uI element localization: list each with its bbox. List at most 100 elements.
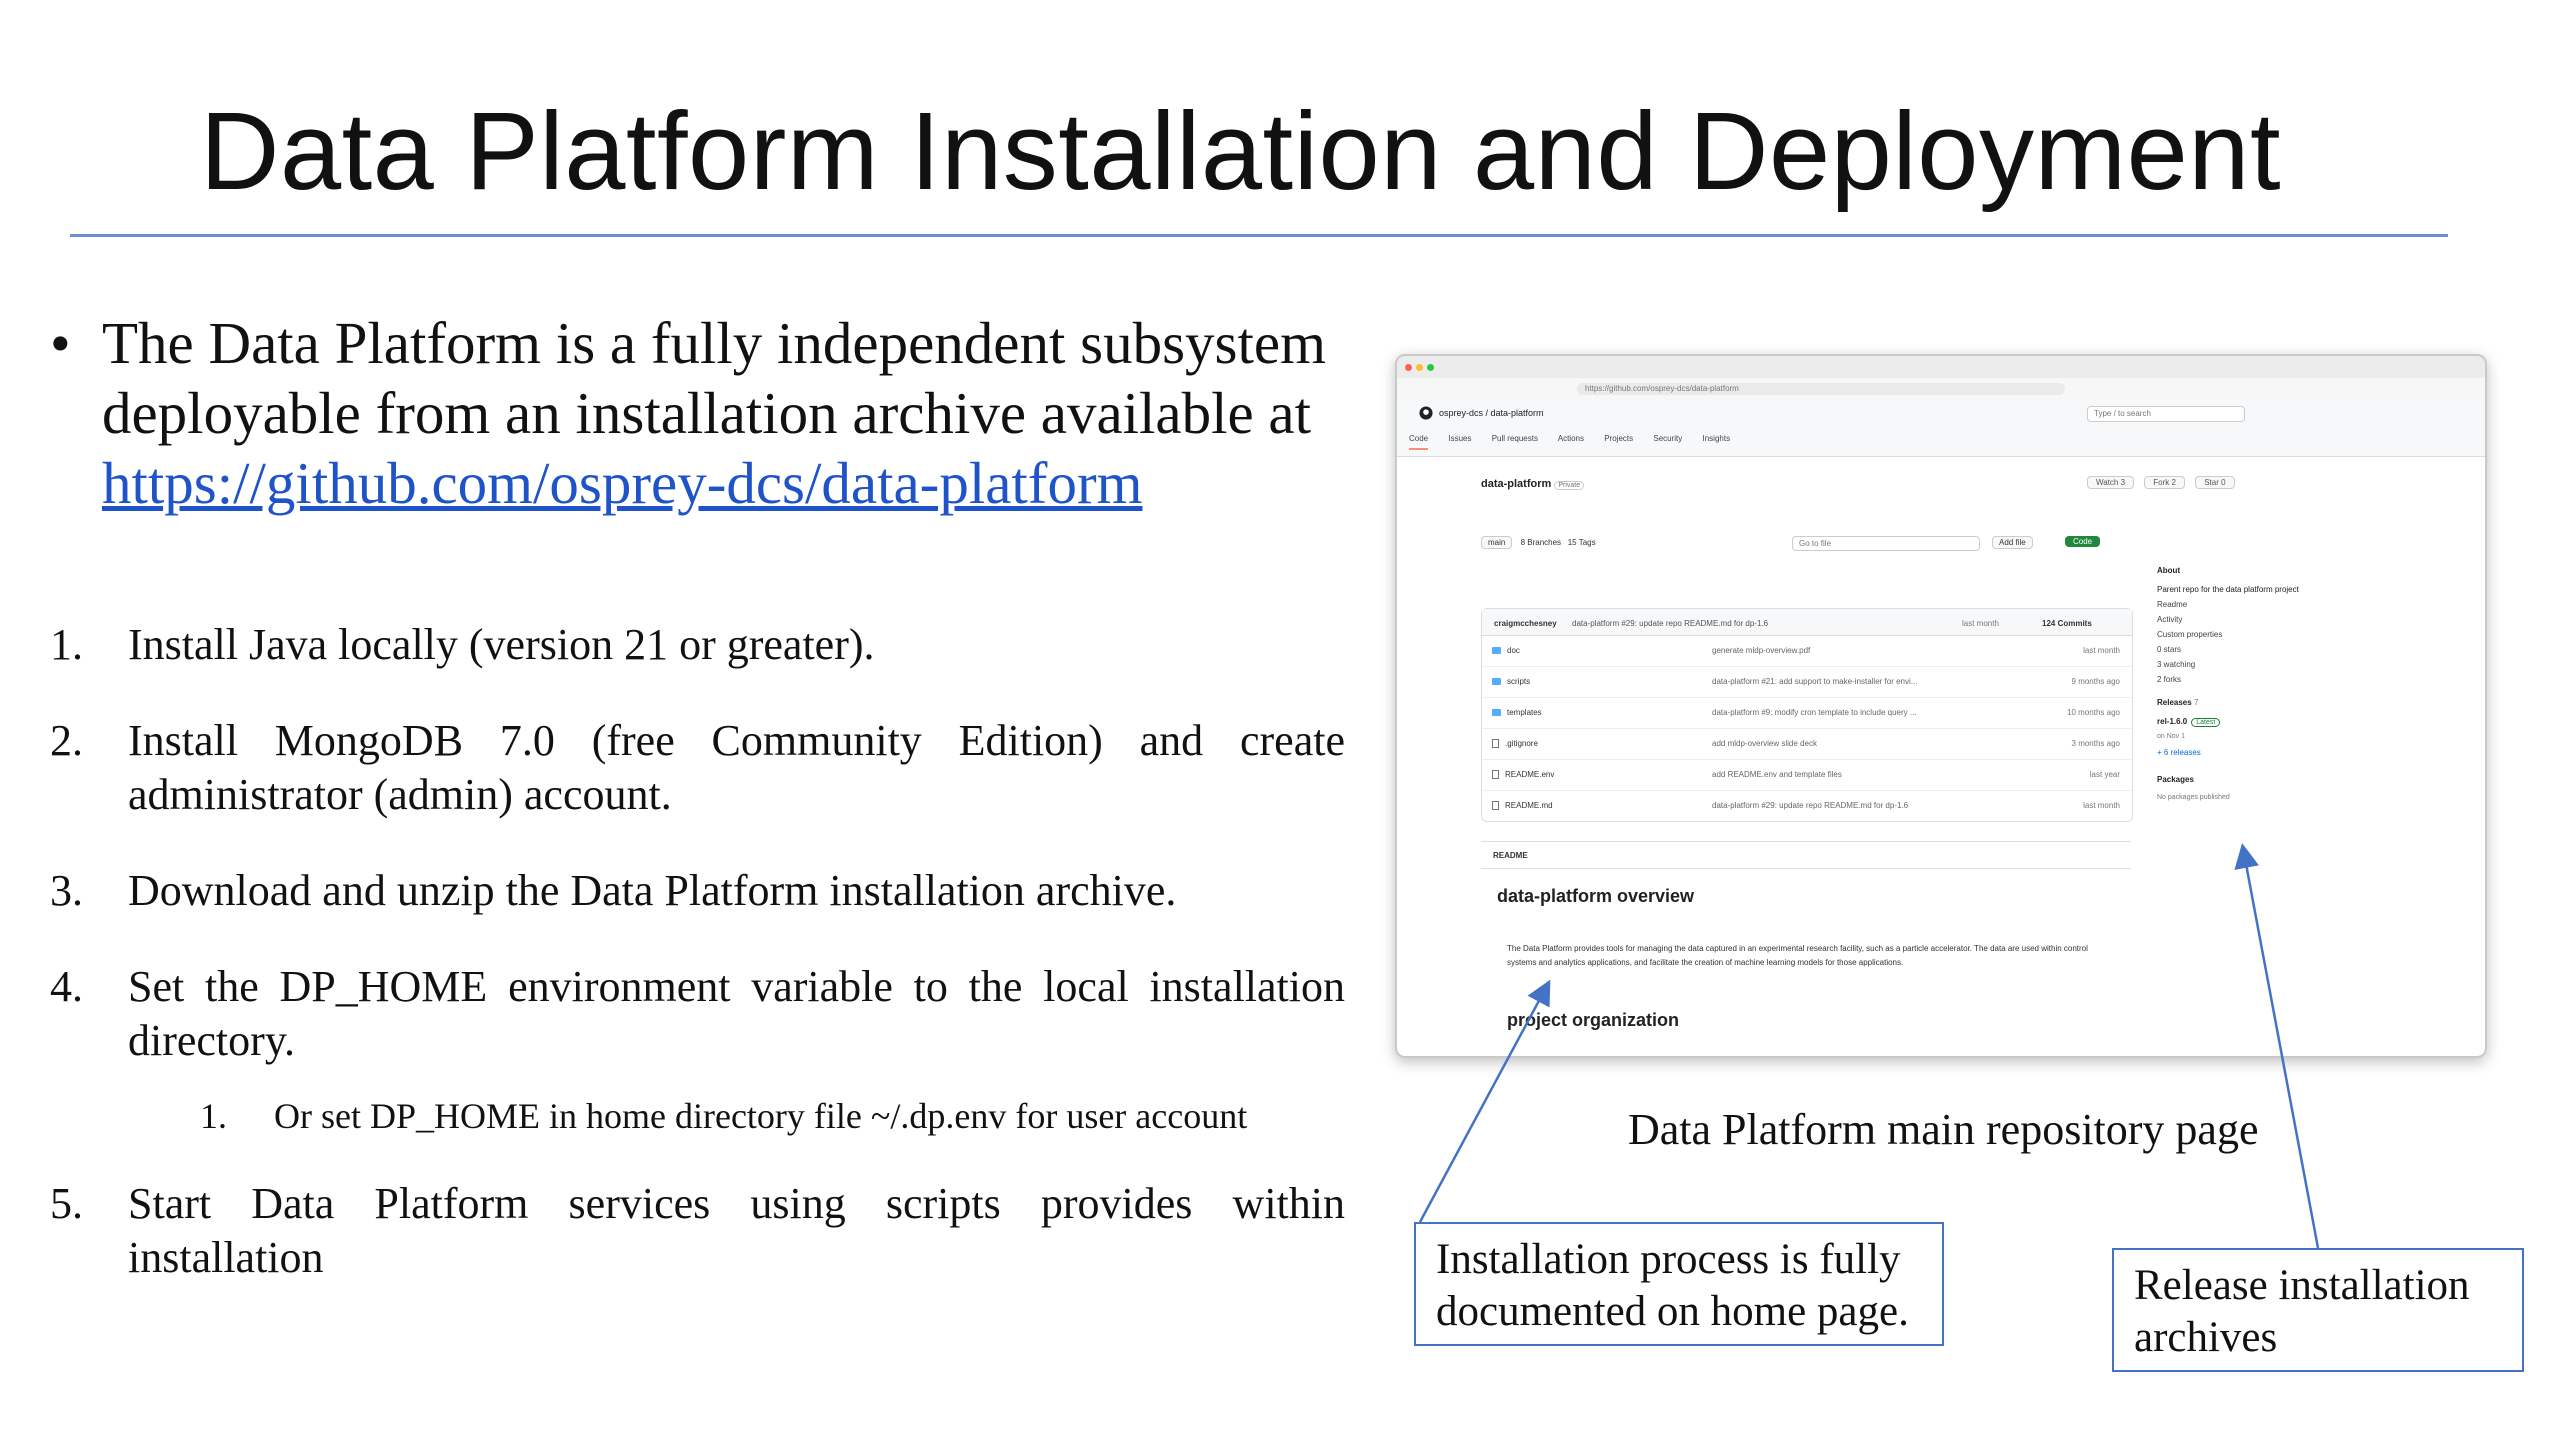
file-name: scripts bbox=[1507, 677, 1531, 686]
substep-text: Or set DP_HOME in home directory file ~/… bbox=[274, 1096, 1248, 1136]
github-search: Type / to search bbox=[2087, 406, 2245, 422]
watch-button: Watch 3 bbox=[2087, 476, 2135, 489]
step-number: 3. bbox=[50, 866, 83, 915]
packages-text: No packages published bbox=[2157, 794, 2230, 801]
branch-selector: main bbox=[1481, 536, 1513, 549]
tab-projects: Projects bbox=[1604, 434, 1634, 443]
github-header: osprey-dcs / data-platform Type / to sea… bbox=[1397, 400, 2485, 457]
repo-screenshot: https://github.com/osprey-dcs/data-platf… bbox=[1395, 354, 2487, 1058]
file-name: .gitignore bbox=[1505, 739, 1538, 748]
repo-tabs: Code Issues Pull requests Actions Projec… bbox=[1409, 434, 1748, 450]
release-tag: rel-1.6.0 bbox=[2157, 717, 2188, 726]
readme-subtitle: project organization bbox=[1507, 1010, 1680, 1030]
commit-count: 124 Commits bbox=[2042, 619, 2092, 628]
repo-actions: Watch 3 Fork 2 Star 0 bbox=[2087, 476, 2243, 489]
address-url: https://github.com/osprey-dcs/data-platf… bbox=[1577, 383, 2065, 395]
about-item: Custom properties bbox=[2157, 630, 2223, 639]
add-file-button: Add file bbox=[1992, 536, 2033, 549]
repo-link[interactable]: https://github.com/osprey-dcs/data-platf… bbox=[102, 450, 1142, 516]
file-time: 9 months ago bbox=[2071, 677, 2120, 686]
file-name: templates bbox=[1507, 708, 1542, 717]
tab-security: Security bbox=[1653, 434, 1683, 443]
bullet-marker: • bbox=[50, 310, 71, 376]
folder-icon bbox=[1492, 709, 1501, 717]
readme-title: data-platform overview bbox=[1497, 886, 1695, 906]
file-row: templates data-platform #9: modify cron … bbox=[1482, 698, 2132, 729]
file-time: 10 months ago bbox=[2067, 708, 2120, 717]
file-row: README.md data-platform #29: update repo… bbox=[1482, 791, 2132, 821]
file-name: README.env bbox=[1505, 770, 1555, 779]
step-4: 4. Set the DP_HOME environment variable … bbox=[50, 960, 1345, 1068]
about-heading: About bbox=[2157, 566, 2181, 575]
browser-address-bar: https://github.com/osprey-dcs/data-platf… bbox=[1397, 378, 2485, 401]
intro-text-block: The Data Platform is a fully independent… bbox=[102, 308, 1340, 518]
file-name: doc bbox=[1507, 646, 1520, 655]
step-1: 1. Install Java locally (version 21 or g… bbox=[50, 618, 1345, 672]
readme-tab-bar: README bbox=[1481, 841, 2131, 869]
file-name: README.md bbox=[1505, 801, 1553, 810]
file-row: doc generate mldp-overview.pdf last mont… bbox=[1482, 636, 2132, 667]
tab-actions: Actions bbox=[1557, 434, 1584, 443]
folder-icon bbox=[1492, 647, 1501, 655]
step-text: Install MongoDB 7.0 (free Community Edit… bbox=[128, 716, 1345, 819]
file-commit-msg: add README.env and template files bbox=[1712, 770, 1842, 779]
step-text: Download and unzip the Data Platform ins… bbox=[128, 866, 1177, 915]
intro-bullet: • The Data Platform is a fully independe… bbox=[50, 308, 1340, 518]
about-item: Readme bbox=[2157, 600, 2188, 609]
tab-insights: Insights bbox=[1702, 434, 1731, 443]
latest-release: rel-1.6.0 Latest bbox=[2157, 717, 2387, 727]
file-time: 3 months ago bbox=[2071, 739, 2120, 748]
packages-heading: Packages bbox=[2157, 775, 2194, 784]
file-icon bbox=[1492, 801, 1499, 811]
about-sidebar: About Parent repo for the data platform … bbox=[2157, 566, 2387, 807]
file-commit-msg: data-platform #29: update repo README.md… bbox=[1712, 801, 1909, 810]
step-5: 5. Start Data Platform services using sc… bbox=[50, 1177, 1345, 1285]
file-table: craigmcchesney data-platform #29: update… bbox=[1481, 608, 2133, 822]
repo-title: data-platform Private bbox=[1481, 478, 1585, 490]
file-commit-msg: generate mldp-overview.pdf bbox=[1712, 646, 1811, 655]
visibility-badge: Private bbox=[1554, 481, 1585, 490]
step-text: Start Data Platform services using scrip… bbox=[128, 1179, 1345, 1282]
file-row: README.env add README.env and template f… bbox=[1482, 760, 2132, 791]
commit-message: data-platform #29: update repo README.md… bbox=[1572, 619, 1769, 628]
tab-issues: Issues bbox=[1448, 434, 1472, 443]
file-icon bbox=[1492, 739, 1499, 749]
releases-heading-text: Releases bbox=[2157, 698, 2192, 707]
github-logo-icon bbox=[1419, 406, 1433, 420]
more-releases-link: + 6 releases bbox=[2157, 748, 2201, 757]
close-window-icon bbox=[1405, 364, 1412, 371]
maximize-window-icon bbox=[1427, 364, 1434, 371]
tab-pull-requests: Pull requests bbox=[1491, 434, 1538, 443]
branch-bar: main 8 Branches 15 Tags bbox=[1481, 536, 1596, 549]
step-2: 2. Install MongoDB 7.0 (free Community E… bbox=[50, 714, 1345, 822]
file-time: last month bbox=[2083, 646, 2120, 655]
step-number: 4. bbox=[50, 962, 83, 1011]
step-3: 3. Download and unzip the Data Platform … bbox=[50, 864, 1345, 918]
go-to-file: Go to file bbox=[1792, 536, 1980, 551]
file-icon bbox=[1492, 770, 1499, 780]
about-item: 3 watching bbox=[2157, 660, 2196, 669]
file-commit-msg: data-platform #21: add support to make-i… bbox=[1712, 677, 1918, 686]
releases-count: 7 bbox=[2193, 698, 2199, 707]
file-row: .gitignore add mldp-overview slide deck … bbox=[1482, 729, 2132, 760]
tab-code: Code bbox=[1409, 434, 1429, 450]
callout-release-archives: Release installation archives bbox=[2112, 1248, 2524, 1372]
about-description: Parent repo for the data platform projec… bbox=[2157, 585, 2299, 594]
code-button: Code bbox=[2065, 536, 2101, 547]
about-item: Activity bbox=[2157, 615, 2183, 624]
minimize-window-icon bbox=[1416, 364, 1423, 371]
commit-author: craigmcchesney bbox=[1494, 619, 1557, 628]
tags-count: 15 Tags bbox=[1567, 538, 1596, 547]
readme-paragraph: The Data Platform provides tools for man… bbox=[1507, 944, 2088, 967]
file-commit-msg: data-platform #9: modify cron template t… bbox=[1712, 708, 1917, 717]
latest-commit: craigmcchesney data-platform #29: update… bbox=[1482, 609, 2132, 636]
release-date: on Nov 1 bbox=[2157, 733, 2186, 740]
branches-count: 8 Branches bbox=[1520, 538, 1562, 547]
folder-icon bbox=[1492, 678, 1501, 686]
latest-badge: Latest bbox=[2191, 718, 2221, 727]
about-item: 0 stars bbox=[2157, 645, 2182, 654]
step-4-substep: 1. Or set DP_HOME in home directory file… bbox=[200, 1094, 1400, 1138]
file-row: scripts data-platform #21: add support t… bbox=[1482, 667, 2132, 698]
step-number: 5. bbox=[50, 1179, 83, 1228]
step-number: 1. bbox=[50, 620, 83, 669]
